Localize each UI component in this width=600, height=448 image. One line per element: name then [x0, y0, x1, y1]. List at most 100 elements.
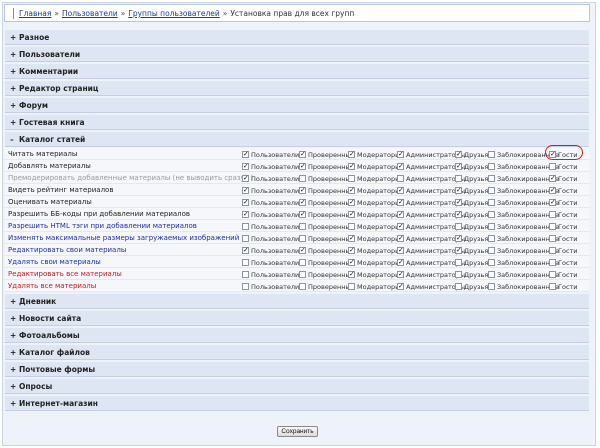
checkbox-unchecked[interactable]	[242, 259, 249, 266]
checkbox-unchecked[interactable]	[488, 163, 495, 170]
checkbox-checked[interactable]: ✓	[549, 199, 556, 206]
checkbox-checked[interactable]: ✓	[299, 247, 306, 254]
group-checkbox[interactable]: ✓ Модераторы	[348, 210, 400, 219]
checkbox-unchecked[interactable]	[455, 223, 462, 230]
checkbox-unchecked[interactable]	[488, 271, 495, 278]
group-checkbox[interactable]: ✓ Гости	[549, 174, 578, 183]
group-checkbox[interactable]: Гости	[549, 282, 578, 291]
checkbox-unchecked[interactable]	[549, 271, 556, 278]
group-checkbox[interactable]: Друзья	[455, 282, 488, 291]
checkbox-unchecked[interactable]	[488, 175, 495, 182]
group-checkbox[interactable]: ✓ Друзья	[455, 234, 488, 243]
checkbox-unchecked[interactable]	[488, 259, 495, 266]
breadcrumb-users-link[interactable]: Пользователи	[62, 9, 118, 18]
checkbox-checked[interactable]: ✓	[242, 151, 249, 158]
checkbox-checked[interactable]: ✓	[348, 151, 355, 158]
checkbox-unchecked[interactable]	[348, 283, 355, 290]
checkbox-checked[interactable]: ✓	[397, 199, 404, 206]
group-checkbox[interactable]: ✓ Модераторы	[348, 150, 400, 159]
checkbox-checked[interactable]: ✓	[348, 271, 355, 278]
checkbox-unchecked[interactable]	[549, 259, 556, 266]
group-checkbox[interactable]: ✓ Друзья	[455, 186, 488, 195]
breadcrumb-groups-link[interactable]: Группы пользователей	[128, 9, 219, 18]
group-checkbox[interactable]: ✓ Гости	[549, 198, 578, 207]
group-checkbox[interactable]: Пользователи	[242, 282, 299, 291]
section-header[interactable]: + Почтовые формы	[5, 362, 589, 377]
group-checkbox[interactable]: ✓ Модераторы	[348, 270, 400, 279]
group-checkbox[interactable]: Друзья	[455, 258, 488, 267]
checkbox-checked[interactable]: ✓	[348, 259, 355, 266]
checkbox-checked[interactable]: ✓	[397, 187, 404, 194]
checkbox-checked[interactable]: ✓	[242, 247, 249, 254]
checkbox-unchecked[interactable]	[549, 247, 556, 254]
checkbox-checked[interactable]: ✓	[242, 163, 249, 170]
checkbox-checked[interactable]: ✓	[397, 211, 404, 218]
checkbox-checked[interactable]: ✓	[397, 283, 404, 290]
section-header[interactable]: + Интернет-магазин	[5, 396, 589, 411]
checkbox-checked[interactable]: ✓	[348, 211, 355, 218]
group-checkbox[interactable]: Гости	[549, 222, 578, 231]
group-checkbox[interactable]: Проверенные	[299, 258, 355, 267]
section-header[interactable]: + Разное	[5, 30, 589, 45]
group-checkbox[interactable]: ✓ Модераторы	[348, 258, 400, 267]
group-checkbox[interactable]: Проверенные	[299, 234, 355, 243]
checkbox-unchecked[interactable]	[549, 283, 556, 290]
section-header[interactable]: – Каталог статей	[5, 132, 589, 147]
checkbox-checked[interactable]: ✓	[549, 187, 556, 194]
checkbox-checked[interactable]: ✓	[348, 199, 355, 206]
checkbox-unchecked[interactable]	[455, 259, 462, 266]
section-header[interactable]: + Форум	[5, 98, 589, 113]
group-checkbox[interactable]: Друзья	[455, 270, 488, 279]
checkbox-unchecked[interactable]	[242, 223, 249, 230]
checkbox-checked[interactable]: ✓	[549, 175, 556, 182]
checkbox-checked[interactable]: ✓	[455, 199, 462, 206]
group-checkbox[interactable]: Модераторы	[348, 282, 400, 291]
group-checkbox[interactable]: ✓ Пользователи	[242, 246, 299, 255]
group-checkbox[interactable]: Модераторы	[348, 174, 400, 183]
checkbox-unchecked[interactable]	[488, 283, 495, 290]
checkbox-checked[interactable]: ✓	[397, 163, 404, 170]
group-checkbox[interactable]: Пользователи	[242, 234, 299, 243]
checkbox-unchecked[interactable]	[549, 163, 556, 170]
checkbox-unchecked[interactable]	[488, 247, 495, 254]
checkbox-checked[interactable]: ✓	[299, 187, 306, 194]
group-checkbox[interactable]: Проверенные	[299, 174, 355, 183]
checkbox-checked[interactable]: ✓	[348, 235, 355, 242]
checkbox-unchecked[interactable]	[488, 223, 495, 230]
checkbox-checked[interactable]: ✓	[397, 235, 404, 242]
checkbox-unchecked[interactable]	[397, 175, 404, 182]
checkbox-unchecked[interactable]	[348, 175, 355, 182]
group-checkbox[interactable]: ✓ Друзья	[455, 150, 488, 159]
checkbox-checked[interactable]: ✓	[348, 163, 355, 170]
checkbox-unchecked[interactable]	[549, 211, 556, 218]
group-checkbox[interactable]: Гости	[549, 234, 578, 243]
group-checkbox[interactable]: ✓ Проверенные	[299, 186, 355, 195]
section-header[interactable]: + Дневник	[5, 294, 589, 309]
group-checkbox[interactable]: ✓ Модераторы	[348, 198, 400, 207]
group-checkbox[interactable]: ✓ Модераторы	[348, 186, 400, 195]
breadcrumb-home-link[interactable]: Главная	[19, 9, 51, 18]
group-checkbox[interactable]: Пользователи	[242, 258, 299, 267]
checkbox-checked[interactable]: ✓	[299, 163, 306, 170]
group-checkbox[interactable]: ✓ Модераторы	[348, 162, 400, 171]
group-checkbox[interactable]: ✓ Модераторы	[348, 246, 400, 255]
group-checkbox[interactable]: Друзья	[455, 174, 488, 183]
section-header[interactable]: + Редактор страниц	[5, 81, 589, 96]
checkbox-unchecked[interactable]	[299, 271, 306, 278]
checkbox-unchecked[interactable]	[488, 187, 495, 194]
group-checkbox[interactable]: ✓ Пользователи	[242, 162, 299, 171]
checkbox-unchecked[interactable]	[242, 271, 249, 278]
group-checkbox[interactable]: ✓ Друзья	[455, 198, 488, 207]
checkbox-checked[interactable]: ✓	[397, 259, 404, 266]
group-checkbox[interactable]: Проверенные	[299, 282, 355, 291]
checkbox-unchecked[interactable]	[348, 223, 355, 230]
checkbox-unchecked[interactable]	[488, 211, 495, 218]
checkbox-unchecked[interactable]	[299, 223, 306, 230]
group-checkbox[interactable]: Модераторы	[348, 222, 400, 231]
checkbox-checked[interactable]: ✓	[397, 247, 404, 254]
checkbox-unchecked[interactable]	[299, 259, 306, 266]
save-button[interactable]: Сохранить	[277, 426, 318, 437]
group-checkbox[interactable]: ✓ Друзья	[455, 210, 488, 219]
group-checkbox[interactable]: ✓ Проверенные	[299, 162, 355, 171]
group-checkbox[interactable]: Гости	[549, 258, 578, 267]
